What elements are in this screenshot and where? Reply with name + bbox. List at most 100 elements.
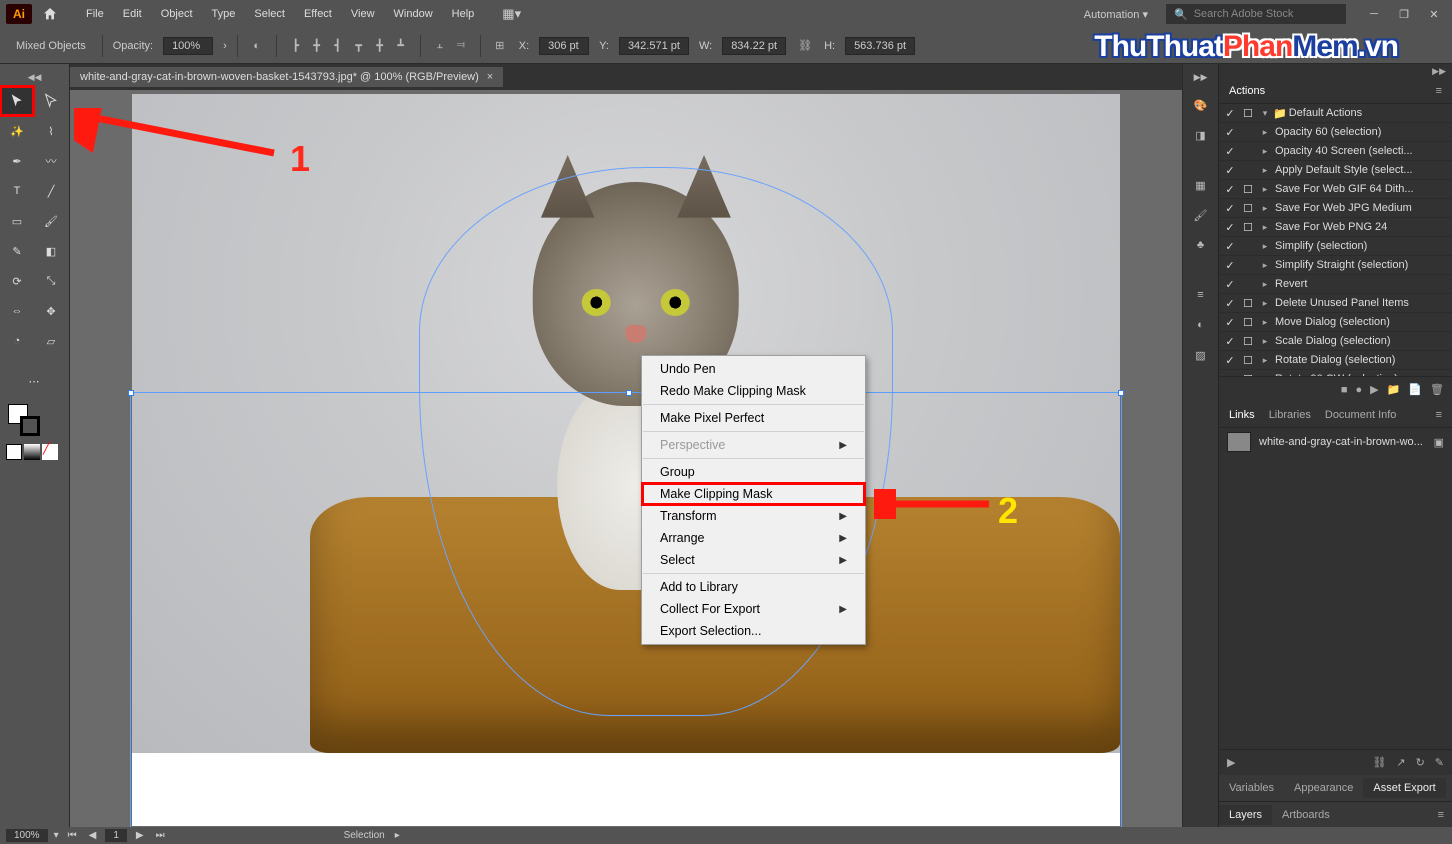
edit-original-icon[interactable]: ✎ [1435, 756, 1444, 769]
panel-menu-icon[interactable]: ≡ [1436, 85, 1442, 97]
context-menu-item[interactable]: Undo Pen [642, 358, 865, 380]
action-row[interactable]: ✓▸Opacity 60 (selection) [1219, 123, 1452, 142]
rectangle-tool[interactable]: ▭ [0, 206, 34, 236]
actions-tab[interactable]: Actions [1229, 81, 1265, 101]
chevron-right-icon[interactable]: › [223, 40, 227, 52]
color-mode-fill[interactable] [6, 444, 22, 460]
document-info-tab[interactable]: Document Info [1325, 405, 1397, 425]
edit-toolbar-icon[interactable]: ⋯ [0, 366, 68, 396]
asset-export-tab[interactable]: Asset Export [1363, 778, 1445, 798]
selection-tool[interactable] [0, 86, 34, 116]
record-icon[interactable]: ● [1356, 384, 1363, 396]
menu-effect[interactable]: Effect [296, 4, 340, 24]
color-mode-gradient[interactable] [24, 444, 40, 460]
rotate-tool[interactable]: ⟳ [0, 266, 34, 296]
goto-link-icon[interactable]: ↗ [1396, 756, 1405, 769]
align-top-icon[interactable]: ┳ [350, 37, 368, 55]
context-menu-item[interactable]: Transform▶ [642, 505, 865, 527]
y-field[interactable]: 342.571 pt [619, 37, 689, 55]
x-field[interactable]: 306 pt [539, 37, 589, 55]
action-row[interactable]: ✓☐▸Save For Web PNG 24 [1219, 218, 1452, 237]
canvas[interactable]: 1 2 Undo PenRedo Make Clipping MaskMake … [70, 90, 1182, 827]
action-row[interactable]: ✓▸Revert [1219, 275, 1452, 294]
workspace-switcher[interactable]: Automation ▾ [1074, 6, 1158, 23]
action-row[interactable]: ✓☐▸Rotate Dialog (selection) [1219, 351, 1452, 370]
window-close-icon[interactable]: ✕ [1422, 4, 1446, 24]
layers-tab[interactable]: Layers [1219, 805, 1272, 825]
align-left-icon[interactable]: ┣ [287, 37, 305, 55]
color-guide-icon[interactable]: ◨ [1190, 124, 1212, 146]
context-menu-item[interactable]: Redo Make Clipping Mask [642, 380, 865, 402]
curvature-tool[interactable]: 〰 [34, 146, 68, 176]
next-artboard-icon[interactable]: ▶ [133, 830, 147, 841]
play-icon[interactable]: ▶ [1370, 383, 1378, 396]
document-tab[interactable]: white-and-gray-cat-in-brown-woven-basket… [70, 67, 503, 87]
eraser-tool[interactable]: ◧ [34, 236, 68, 266]
distribute-v-icon[interactable]: ⫤ [452, 37, 470, 55]
align-vcenter-icon[interactable]: ╋ [371, 37, 389, 55]
stop-icon[interactable]: ■ [1341, 384, 1348, 396]
zoom-field[interactable]: 100% [6, 829, 48, 842]
new-action-icon[interactable]: 📄 [1408, 383, 1422, 396]
w-field[interactable]: 834.22 pt [722, 37, 786, 55]
context-menu-item[interactable]: Make Clipping Mask [642, 483, 865, 505]
toolbox-collapse-icon[interactable]: ◀◀ [0, 70, 69, 84]
context-menu-item[interactable]: Arrange▶ [642, 527, 865, 549]
action-row[interactable]: ✓▸Opacity 40 Screen (selecti... [1219, 142, 1452, 161]
context-menu-item[interactable]: Group [642, 461, 865, 483]
arrange-documents-icon[interactable]: ▦▾ [502, 6, 521, 22]
scale-tool[interactable]: ⤡ [34, 266, 68, 296]
brushes-panel-icon[interactable]: 🖌 [1190, 204, 1212, 226]
stroke-swatch[interactable] [20, 416, 40, 436]
panel-menu-icon[interactable]: ≡ [1436, 409, 1442, 421]
prev-artboard-icon[interactable]: ◀ [86, 830, 100, 841]
brush-tool[interactable]: 🖌 [34, 206, 68, 236]
type-tool[interactable]: T [0, 176, 34, 206]
h-field[interactable]: 563.736 pt [845, 37, 915, 55]
opacity-field[interactable]: 100% [163, 37, 213, 55]
panel-menu-icon[interactable]: ≡ [1438, 809, 1452, 821]
line-tool[interactable]: ╱ [34, 176, 68, 206]
links-tab[interactable]: Links [1229, 405, 1255, 425]
action-row[interactable]: ✓▸Apply Default Style (select... [1219, 161, 1452, 180]
lasso-tool[interactable]: ⌇ [34, 116, 68, 146]
context-menu-item[interactable]: Export Selection... [642, 620, 865, 642]
width-tool[interactable]: ⇔ [0, 296, 34, 326]
magic-wand-tool[interactable]: ✨ [0, 116, 34, 146]
transparency-panel-icon[interactable]: ▨ [1190, 344, 1212, 366]
panels-collapse-icon[interactable]: ▶▶ [1219, 64, 1452, 78]
action-row[interactable]: ✓☐▸Save For Web GIF 64 Dith... [1219, 180, 1452, 199]
menu-edit[interactable]: Edit [115, 4, 150, 24]
action-row[interactable]: ✓☐▸Move Dialog (selection) [1219, 313, 1452, 332]
shape-builder-tool[interactable]: ◔ [0, 326, 34, 356]
menu-help[interactable]: Help [444, 4, 483, 24]
menu-window[interactable]: Window [386, 4, 441, 24]
appearance-tab[interactable]: Appearance [1284, 778, 1363, 798]
menu-select[interactable]: Select [246, 4, 293, 24]
artboard-number[interactable]: 1 [105, 829, 127, 842]
shaper-tool[interactable]: ✎ [0, 236, 34, 266]
link-item[interactable]: white-and-gray-cat-in-brown-wo... ▣ [1219, 428, 1452, 456]
search-adobe-stock[interactable]: 🔍 Search Adobe Stock [1166, 4, 1346, 24]
context-menu-item[interactable]: Add to Library [642, 576, 865, 598]
color-mode-none[interactable]: ╱ [42, 444, 58, 460]
action-row[interactable]: ✓☐▸Scale Dialog (selection) [1219, 332, 1452, 351]
fill-stroke-swatch[interactable] [0, 402, 69, 440]
action-row[interactable]: ✓▸Simplify (selection) [1219, 237, 1452, 256]
action-set-row[interactable]: ✓☐▾ 📁 Default Actions [1219, 104, 1452, 123]
align-bottom-icon[interactable]: ┻ [392, 37, 410, 55]
transform-ref-icon[interactable]: ⊞ [491, 37, 509, 55]
recolor-icon[interactable]: ◐ [248, 37, 266, 55]
relink-icon[interactable]: ⛓ [1372, 756, 1386, 769]
context-menu-item[interactable]: Make Pixel Perfect [642, 407, 865, 429]
libraries-tab[interactable]: Libraries [1269, 405, 1311, 425]
align-right-icon[interactable]: ┫ [329, 37, 347, 55]
action-row[interactable]: ✓▸Simplify Straight (selection) [1219, 256, 1452, 275]
home-icon[interactable] [40, 4, 60, 24]
menu-view[interactable]: View [343, 4, 383, 24]
new-set-icon[interactable]: 📁 [1387, 383, 1401, 396]
window-minimize-icon[interactable]: ─ [1362, 4, 1386, 24]
free-transform-tool[interactable]: ✥ [34, 296, 68, 326]
trash-icon[interactable]: 🗑 [1430, 383, 1444, 396]
update-link-icon[interactable]: ↻ [1416, 756, 1425, 769]
